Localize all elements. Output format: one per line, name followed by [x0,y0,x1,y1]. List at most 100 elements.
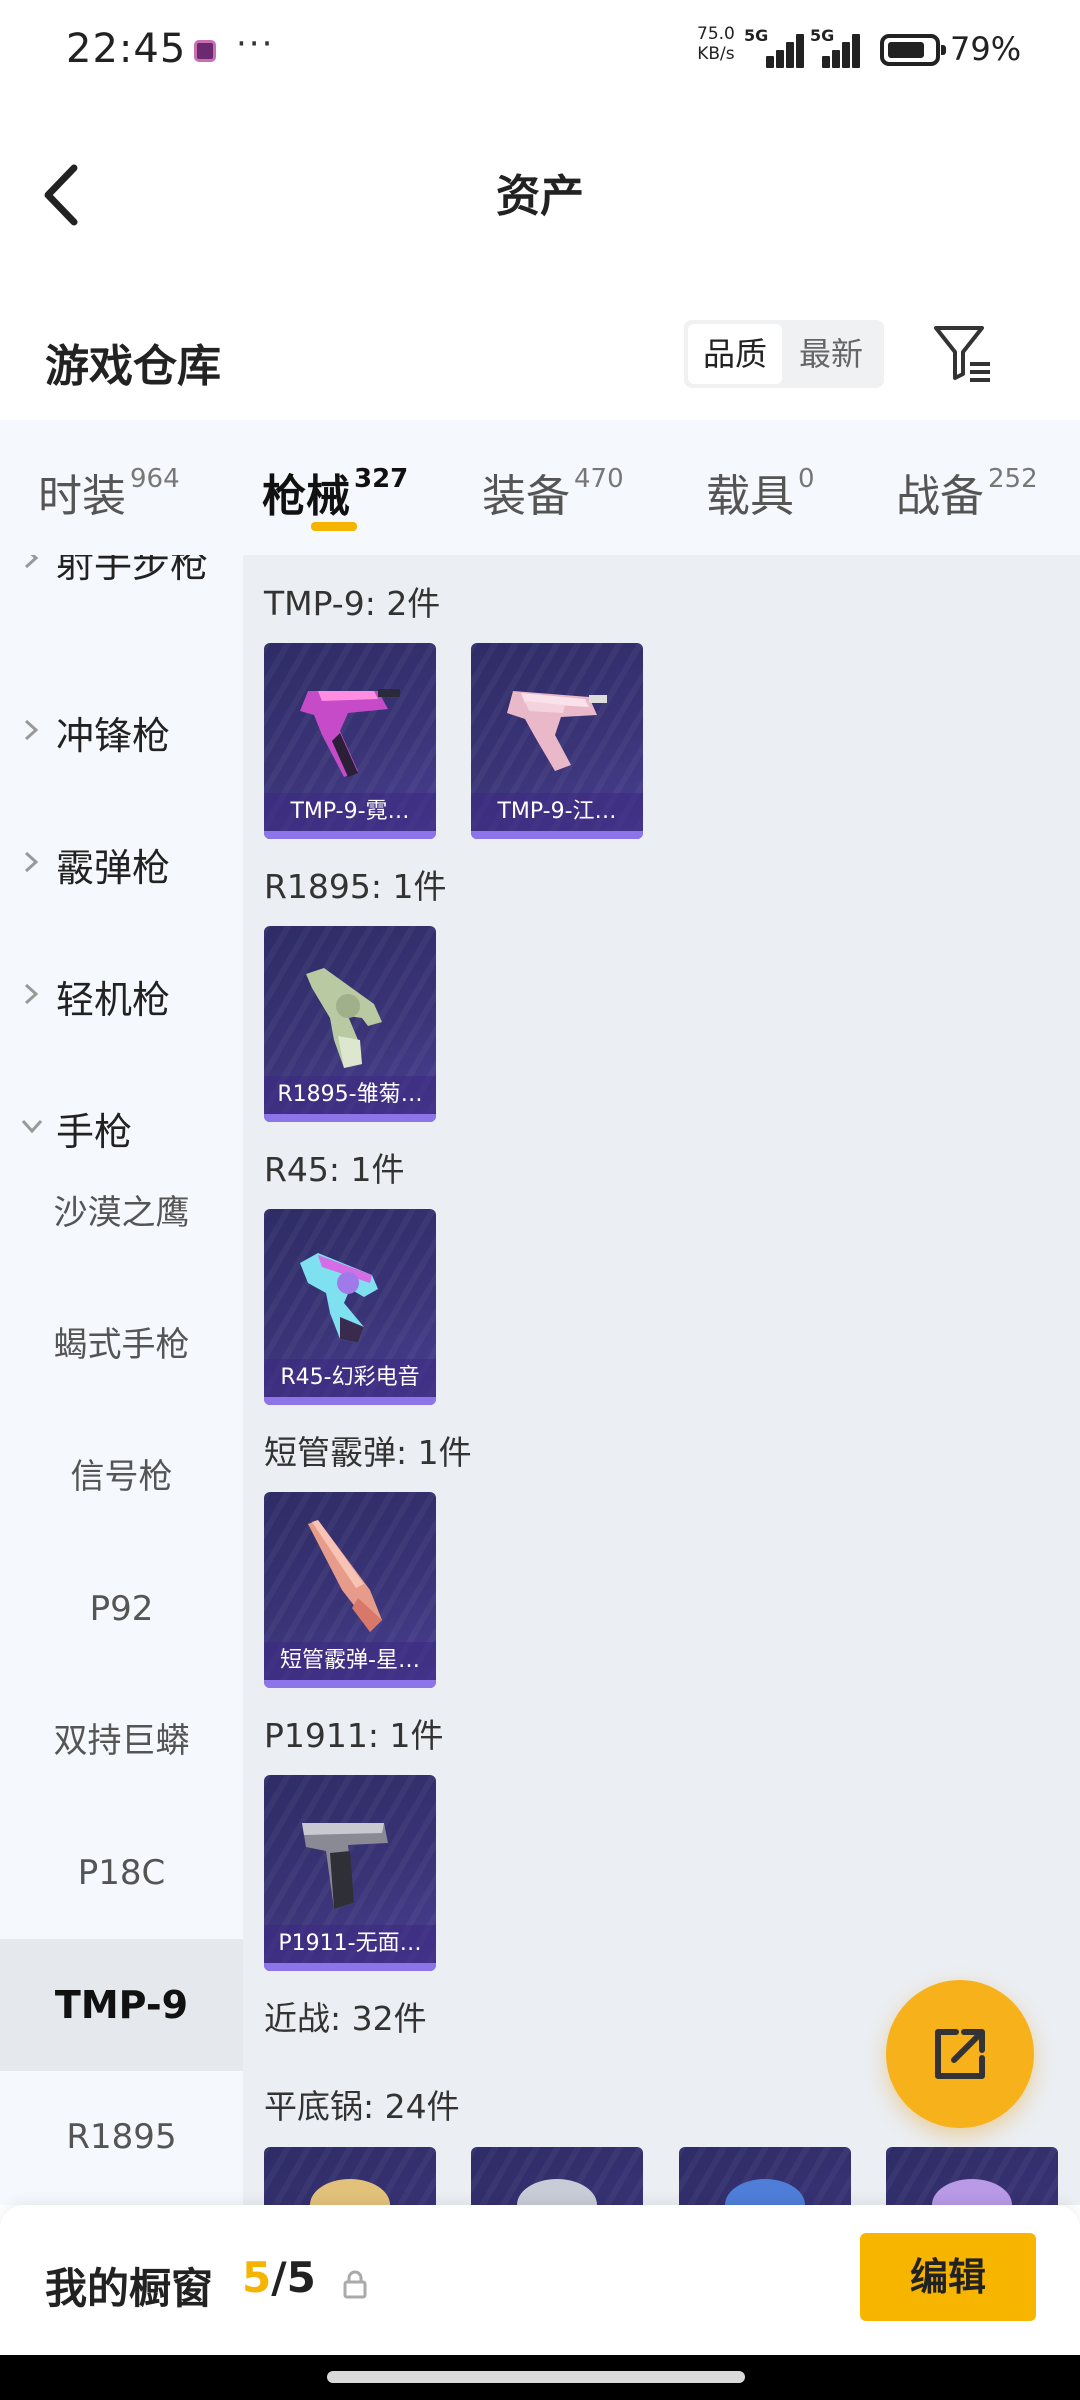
network-speed: 75.0 KB/s [697,24,735,64]
sidebar-item-r1895[interactable]: R1895 [0,2071,243,2203]
tab-count: 252 [988,464,1038,494]
chevron-right-icon [24,983,39,1005]
network-speed-value: 75.0 [697,24,735,44]
rarity-stripe [264,1114,436,1122]
tab-vehicles[interactable]: 载具 0 [706,460,815,524]
page-title: 资产 [496,171,584,222]
pistol-icon [302,1823,388,1909]
group-title: R1895: 1件 [264,867,447,906]
showcase-count: 5/5 [242,2253,316,2302]
skin-card[interactable] [679,2147,851,2205]
share-button[interactable] [886,1980,1034,2128]
home-indicator[interactable] [327,2371,745,2383]
sidebar-category-lmg[interactable]: 轻机枪 [0,949,243,1039]
network-type-2: 5G [810,26,835,45]
skin-name: 短管霰弹-星… [264,1642,436,1680]
tab-count: 964 [130,464,180,494]
pan-icon [517,2179,597,2205]
rarity-stripe [264,1680,436,1688]
skin-name: TMP-9-江… [471,793,643,831]
app-header: 资产 [0,100,1080,280]
rarity-stripe [471,831,643,839]
chevron-right-icon [24,555,39,569]
sidebar-category-shotgun[interactable]: 霰弹枪 [0,817,243,907]
skin-card[interactable]: R1895-雏菊… [264,926,436,1122]
skin-name: R1895-雏菊… [264,1076,436,1114]
sidebar-category-label: 冲锋枪 [56,714,171,758]
sidebar-item-p92[interactable]: P92 [0,1543,243,1675]
pan-icon [310,2179,390,2205]
shotgun-icon [308,1520,382,1632]
group-title: TMP-9: 2件 [264,584,441,623]
status-time: 22:45 [66,26,187,72]
showcase-bar: 我的橱窗 5/5 编辑 [0,2205,1080,2355]
sidebar-category-label: 霰弹枪 [56,846,171,890]
warehouse-title: 游戏仓库 [45,341,221,392]
sidebar-category-marksman[interactable]: 射手步枪 [0,555,243,603]
weapon-sidebar[interactable]: 射手步枪 冲锋枪 霰弹枪 轻机枪 手枪 沙漠之鹰 蝎式手枪 信号枪 P92 双持… [0,555,243,2205]
smg-icon [507,691,607,771]
group-title: P1911: 1件 [264,1716,444,1755]
showcase-total: /5 [271,2253,316,2302]
sidebar-item-dual-python[interactable]: 双持巨蟒 [0,1675,243,1807]
sidebar-item-scorpion[interactable]: 蝎式手枪 [0,1279,243,1411]
tab-label: 战备 [896,471,984,522]
tab-fashion[interactable]: 时装 964 [38,460,180,524]
sidebar-item-tmp9[interactable]: TMP-9 [0,1939,243,2071]
tab-count: 470 [574,464,624,494]
showcase-current: 5 [242,2253,272,2302]
tab-firearms[interactable]: 枪械 327 [262,460,408,524]
filter-icon[interactable] [930,320,996,386]
battery-icon [880,34,946,66]
battery-percent: 79% [950,30,1022,68]
skin-name: TMP-9-霓… [264,793,436,831]
revolver-icon [300,1253,378,1343]
tab-supplies[interactable]: 战备 252 [896,460,1038,524]
sidebar-item-flare-gun[interactable]: 信号枪 [0,1411,243,1543]
signal-icon-2: 5G [810,26,868,68]
status-bar: 22:45 ··· 75.0 KB/s 5G 5G 79% [0,0,1080,100]
group-title: R45: 1件 [264,1150,405,1189]
skin-card[interactable]: TMP-9-霓… [264,643,436,839]
pan-icon [932,2179,1012,2205]
chevron-right-icon [24,719,39,741]
chevron-right-icon [24,851,39,873]
group-title: 近战: 32件 [264,1999,427,2038]
more-notifications-icon: ··· [236,24,275,64]
skin-card[interactable]: 短管霰弹-星… [264,1492,436,1688]
skin-card[interactable]: R45-幻彩电音 [264,1209,436,1405]
skin-card[interactable] [471,2147,643,2205]
sort-toggle: 品质 最新 [684,320,884,388]
skin-card[interactable]: P1911-无面… [264,1775,436,1971]
tab-equipment[interactable]: 装备 470 [482,460,624,524]
revolver-icon [306,968,382,1068]
sidebar-item-p18c[interactable]: P18C [0,1807,243,1939]
rarity-stripe [264,831,436,839]
weapon-list[interactable]: TMP-9: 2件 TMP-9-霓… TMP-9-江… R1895: 1件 R1… [243,555,1080,2205]
sidebar-item-desert-eagle[interactable]: 沙漠之鹰 [0,1147,243,1279]
category-tabs: 时装 964 枪械 327 装备 470 载具 0 战备 252 [0,420,1080,555]
skin-card[interactable] [264,2147,436,2205]
skin-card[interactable]: TMP-9-江… [471,643,643,839]
active-tab-indicator [311,522,357,531]
group-title: 短管霰弹: 1件 [264,1433,472,1472]
sidebar-category-label: 射手步枪 [56,555,209,586]
skin-name: P1911-无面… [264,1925,436,1963]
sort-newest-button[interactable]: 最新 [784,324,878,384]
edit-button[interactable]: 编辑 [860,2233,1036,2321]
rarity-stripe [264,1963,436,1971]
skin-name: R45-幻彩电音 [264,1359,436,1397]
sidebar-category-smg[interactable]: 冲锋枪 [0,685,243,775]
tab-label: 时装 [38,471,126,522]
skin-card[interactable] [886,2147,1058,2205]
group-title: 平底锅: 24件 [264,2087,460,2126]
network-speed-unit: KB/s [697,44,735,64]
signal-icon: 5G [744,26,804,68]
tab-count: 327 [354,464,409,494]
chevron-down-icon [21,1119,43,1134]
sort-quality-button[interactable]: 品质 [688,324,782,384]
pan-icon [725,2179,805,2205]
app-notification-icon [194,40,216,62]
rarity-stripe [264,1397,436,1405]
tab-label: 载具 [706,471,794,522]
